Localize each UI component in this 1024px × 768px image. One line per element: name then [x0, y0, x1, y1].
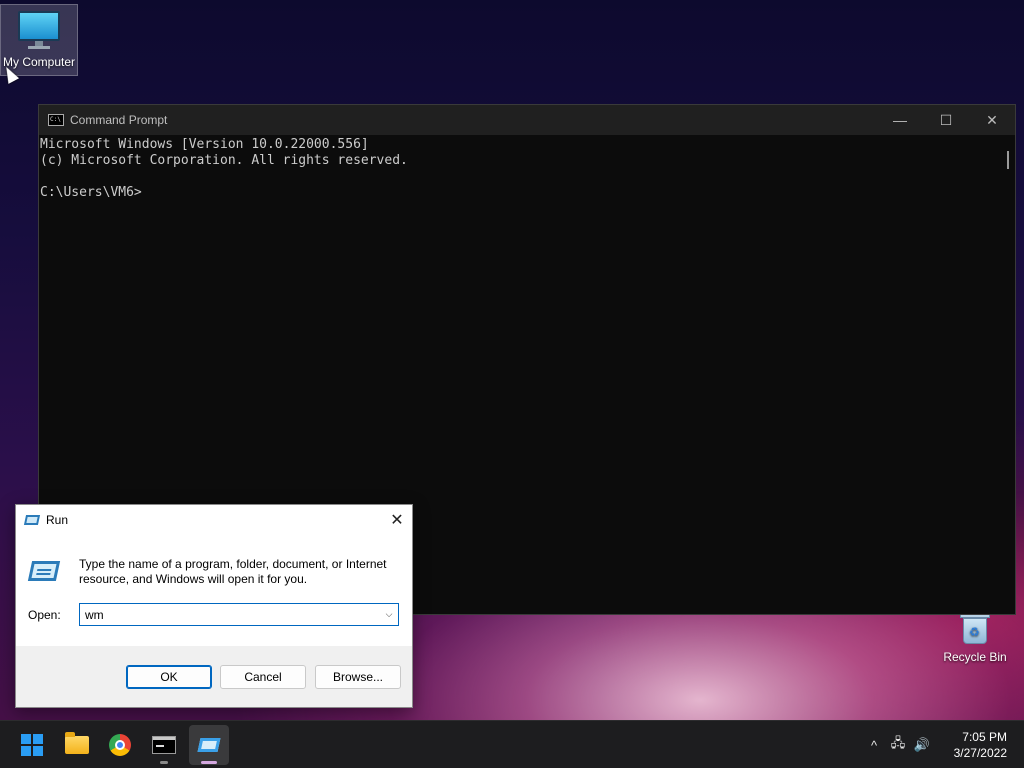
dialog-footer: OK Cancel Browse...	[16, 646, 412, 707]
network-icon[interactable]: 🖧	[886, 721, 910, 768]
window-titlebar[interactable]: C:\ Command Prompt — ☐ ✕	[39, 105, 1015, 135]
console-prompt: C:\Users\VM6>	[40, 185, 142, 200]
scrollbar-thumb[interactable]	[1007, 151, 1009, 169]
minimize-button[interactable]: —	[877, 105, 923, 135]
system-tray: ^ 🖧 🔊	[862, 721, 934, 768]
open-combobox[interactable]: ⌵	[79, 603, 399, 626]
dialog-titlebar[interactable]: Run ✕	[16, 505, 412, 534]
start-button[interactable]	[12, 725, 52, 765]
desktop-icon-label: Recycle Bin	[943, 650, 1007, 664]
run-dialog[interactable]: Run ✕ Type the name of a program, folder…	[15, 504, 413, 708]
cancel-button[interactable]: Cancel	[220, 665, 306, 689]
taskbar: ^ 🖧 🔊 7:05 PM 3/27/2022	[0, 720, 1024, 768]
taskbar-file-explorer[interactable]	[57, 725, 97, 765]
dialog-description: Type the name of a program, folder, docu…	[79, 557, 387, 586]
taskbar-chrome[interactable]	[100, 725, 140, 765]
chrome-icon	[109, 734, 131, 756]
command-prompt-icon	[152, 736, 176, 754]
chevron-up-icon[interactable]: ^	[862, 721, 886, 768]
clock-time: 7:05 PM	[962, 730, 1007, 744]
clock[interactable]: 7:05 PM 3/27/2022	[936, 729, 1016, 761]
maximize-button[interactable]: ☐	[923, 105, 969, 135]
close-button[interactable]: ✕	[382, 505, 412, 534]
volume-icon[interactable]: 🔊	[910, 721, 934, 768]
chevron-down-icon[interactable]: ⌵	[380, 604, 398, 625]
run-icon	[197, 738, 221, 752]
browse-button[interactable]: Browse...	[315, 665, 401, 689]
window-title: Command Prompt	[70, 113, 168, 127]
close-button[interactable]: ✕	[969, 105, 1015, 135]
console-line: (c) Microsoft Corporation. All rights re…	[40, 153, 408, 168]
clock-date: 3/27/2022	[953, 746, 1007, 760]
run-icon	[23, 514, 41, 525]
command-prompt-icon: C:\	[48, 114, 64, 126]
start-icon	[21, 734, 43, 756]
running-indicator	[160, 761, 168, 764]
open-label: Open:	[28, 608, 61, 622]
open-input[interactable]	[80, 604, 380, 625]
active-indicator	[201, 761, 217, 764]
ok-button[interactable]: OK	[126, 665, 212, 689]
file-explorer-icon	[65, 732, 89, 754]
monitor-icon	[18, 11, 60, 51]
run-icon	[27, 561, 61, 581]
recycle-bin-icon: ♻	[960, 612, 990, 644]
console-line: Microsoft Windows [Version 10.0.22000.55…	[40, 137, 369, 152]
taskbar-run[interactable]	[189, 725, 229, 765]
dialog-title: Run	[46, 512, 69, 527]
taskbar-command-prompt[interactable]	[144, 725, 184, 765]
